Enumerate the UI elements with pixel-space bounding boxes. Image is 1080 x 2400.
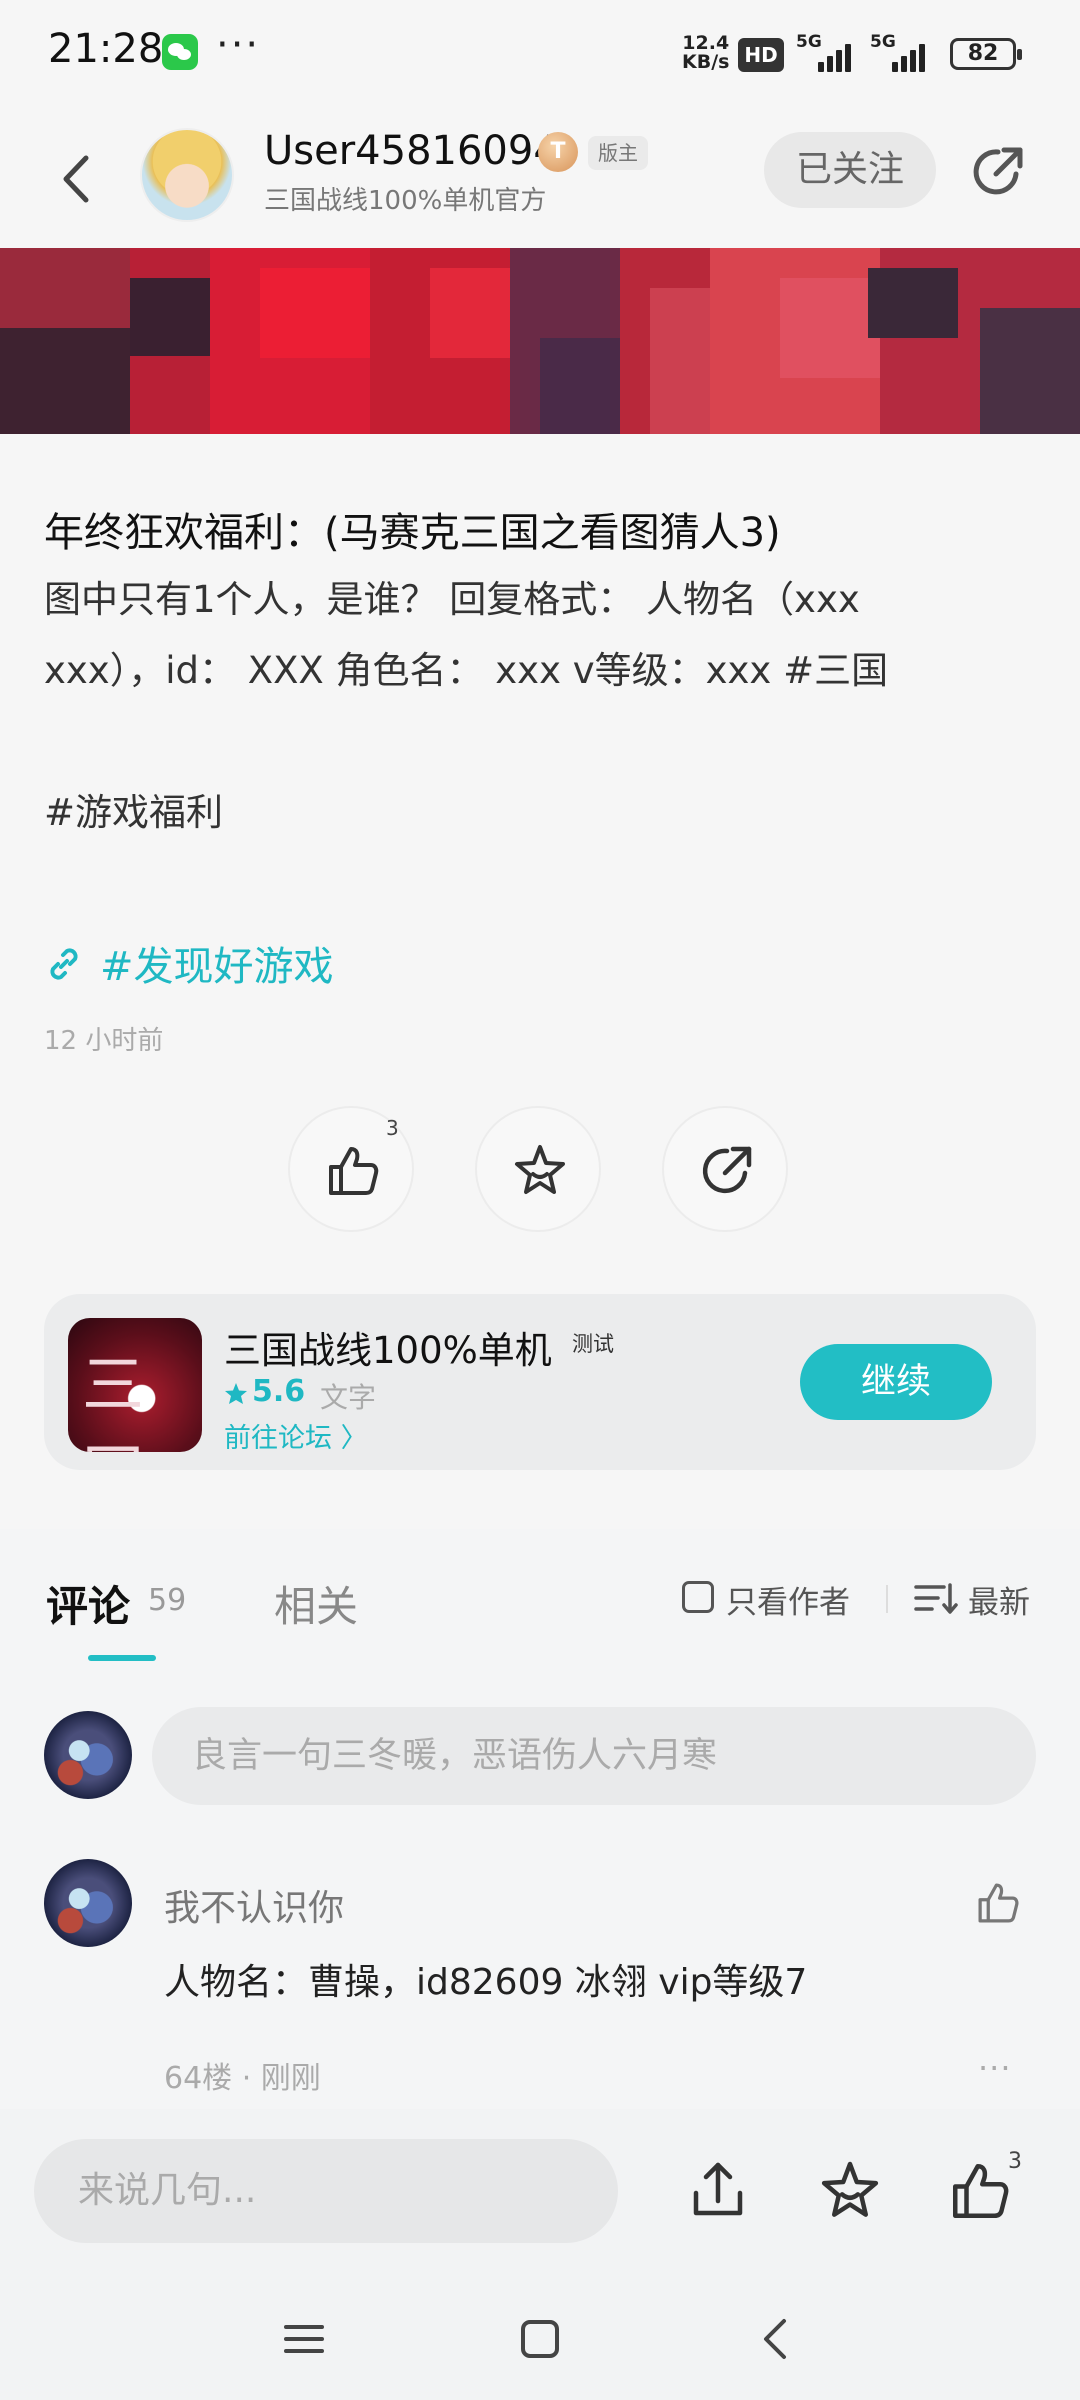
share-post-button[interactable] — [662, 1106, 788, 1232]
network-speed: 12.4 KB/s — [682, 34, 729, 72]
status-bar: 21:28 ··· 12.4 KB/s HD 5G 5G 82 — [0, 0, 1080, 110]
share-icon — [973, 147, 1023, 195]
post-body-line: 图中只有1个人，是谁？ 回复格式： 人物名（xxx — [44, 578, 860, 621]
like-icon — [329, 1147, 379, 1195]
post-body-line: #游戏福利 — [44, 791, 224, 834]
game-icon[interactable]: 三国 — [68, 1318, 202, 1452]
author-avatar[interactable] — [140, 128, 234, 222]
more-options-icon[interactable]: ··· — [978, 2049, 1012, 2087]
post-body-line: xxx），id： XXX 角色名： xxx v等级：xxx #三国 — [44, 649, 889, 692]
mosaic-puzzle-image[interactable] — [0, 248, 1080, 434]
author-only-label[interactable]: 只看作者 — [726, 1577, 850, 1622]
network-speed-unit: KB/s — [682, 51, 730, 73]
author-username[interactable]: User45816094 — [264, 128, 559, 174]
comment-text: 人物名：曹操，id82609 冰翎 vip等级7 — [164, 1962, 808, 2003]
star-icon[interactable] — [814, 2155, 886, 2227]
link-icon — [50, 948, 78, 980]
commenter-avatar[interactable] — [44, 1859, 132, 1947]
upload-icon[interactable] — [682, 2155, 754, 2227]
hd-voice-icon: HD — [738, 38, 784, 72]
commenter-name[interactable]: 我不认识你 — [164, 1879, 344, 1931]
signal-icon: 5G — [870, 32, 930, 72]
bottom-action-bar: 来说几句... 3 — [0, 2109, 1080, 2400]
game-icon-glyph: 三国 — [82, 1348, 145, 1452]
author-subtitle: 三国战线100%单机官方 — [264, 186, 547, 216]
signal-label: 5G — [870, 32, 896, 52]
signal-label: 5G — [796, 32, 822, 52]
follow-button[interactable]: 已关注 — [764, 132, 936, 208]
tab-related[interactable]: 相关 — [274, 1573, 358, 1634]
tab-comments[interactable]: 评论 — [46, 1573, 130, 1634]
my-avatar — [44, 1711, 132, 1799]
like-count: 3 — [386, 1116, 399, 1140]
topic-link[interactable]: #发现好游戏 — [100, 934, 334, 992]
post-body-line — [44, 706, 1044, 777]
post-content: 年终狂欢福利：(马赛克三国之看图猜人3) 图中只有1个人，是谁？ 回复格式： 人… — [0, 434, 1080, 1529]
comments-section: 评论 59 相关 只看作者 最新 良言一句三冬暖，恶语伤人六月寒 我不认识你 人… — [0, 1529, 1080, 2109]
rating-star-icon — [225, 1383, 247, 1404]
back-arrow-icon — [63, 155, 89, 203]
continue-button[interactable]: 继续 — [800, 1344, 992, 1420]
sort-icon[interactable] — [914, 1581, 958, 1617]
reply-input[interactable]: 来说几句... — [34, 2139, 618, 2243]
game-rating: 5.6 — [252, 1374, 306, 1409]
bottom-like-count: 3 — [1008, 2149, 1022, 2174]
star-icon — [515, 1145, 565, 1194]
share-button[interactable] — [966, 140, 1030, 204]
wechat-icon — [162, 34, 198, 70]
forum-link[interactable]: 前往论坛 〉 — [224, 1416, 368, 1455]
game-card[interactable]: 三国 三国战线100%单机 测试 5.6 文字 前往论坛 〉 继续 — [44, 1294, 1036, 1470]
comment-input[interactable]: 良言一句三冬暖，恶语伤人六月寒 — [152, 1707, 1036, 1805]
game-name[interactable]: 三国战线100%单机 — [224, 1320, 552, 1374]
more-notifications-icon: ··· — [216, 22, 261, 68]
post-time: 12 小时前 — [44, 1026, 164, 1056]
home-square-icon[interactable] — [510, 2309, 570, 2369]
sort-label[interactable]: 最新 — [968, 1577, 1030, 1622]
divider — [886, 1585, 888, 1613]
comment-meta: 64楼 · 刚刚 — [164, 2061, 321, 2096]
share-icon — [702, 1146, 752, 1194]
post-title: 年终狂欢福利：(马赛克三国之看图猜人3) — [44, 510, 781, 556]
comments-count: 59 — [148, 1583, 187, 1618]
favorite-button[interactable] — [475, 1106, 601, 1232]
nav-back-icon[interactable] — [746, 2309, 806, 2369]
game-tag: 测试 — [572, 1332, 614, 1356]
menu-icon[interactable] — [274, 2309, 334, 2369]
signal-icon: 5G — [796, 32, 856, 72]
game-genre: 文字 — [320, 1381, 377, 1414]
post-body: 图中只有1个人，是谁？ 回复格式： 人物名（xxx xxx），id： XXX 角… — [44, 564, 1044, 848]
author-only-checkbox[interactable] — [682, 1581, 714, 1613]
level-badge: T — [538, 132, 578, 172]
back-button[interactable] — [48, 144, 108, 214]
moderator-badge: 版主 — [588, 136, 648, 170]
like-icon[interactable] — [944, 2155, 1016, 2227]
post-header: User45816094 T 版主 三国战线100%单机官方 已关注 — [0, 110, 1080, 248]
comment-like-icon[interactable] — [972, 1877, 1024, 1929]
active-tab-indicator — [88, 1655, 156, 1661]
status-time: 21:28 — [48, 26, 164, 72]
battery-icon: 82 — [950, 38, 1022, 70]
